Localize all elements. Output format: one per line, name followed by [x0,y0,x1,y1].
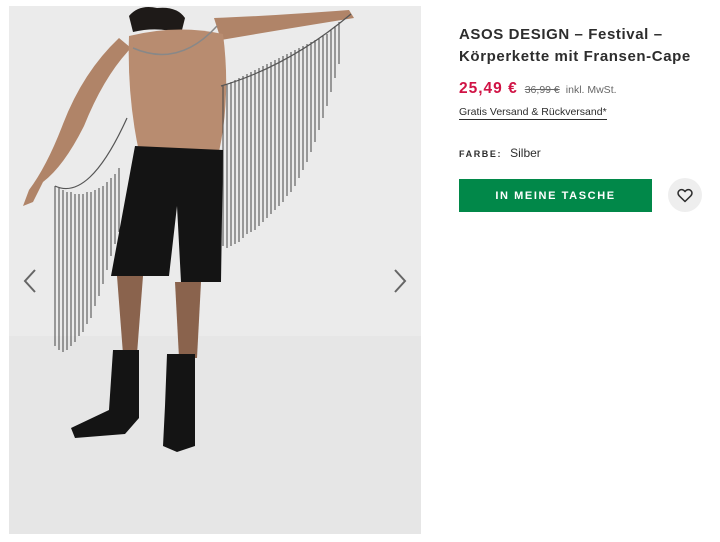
price-old: 36,99 € [524,84,560,96]
color-row: FARBE: Silber [459,146,699,160]
chevron-left-icon [23,269,36,293]
gallery-next-button[interactable] [387,266,413,296]
color-label: FARBE: [459,149,503,159]
chevron-right-icon [394,269,407,293]
price-tax-note: inkl. MwSt. [565,84,617,96]
wishlist-button[interactable] [668,178,702,212]
color-value: Silber [510,146,541,160]
add-to-bag-button[interactable]: IN MEINE TASCHE [459,179,652,212]
heart-icon [677,188,693,202]
product-info: ASOS DESIGN – Festival – Körperkette mit… [459,24,699,160]
product-title: ASOS DESIGN – Festival – Körperkette mit… [459,26,691,65]
shipping-link[interactable]: Gratis Versand & Rückversand* [459,106,607,120]
price-row: 25,49 € 36,99 € inkl. MwSt. [459,80,699,98]
price-current: 25,49 € [459,80,518,97]
product-photo [9,7,421,534]
product-gallery [9,6,421,534]
gallery-prev-button[interactable] [17,266,43,296]
